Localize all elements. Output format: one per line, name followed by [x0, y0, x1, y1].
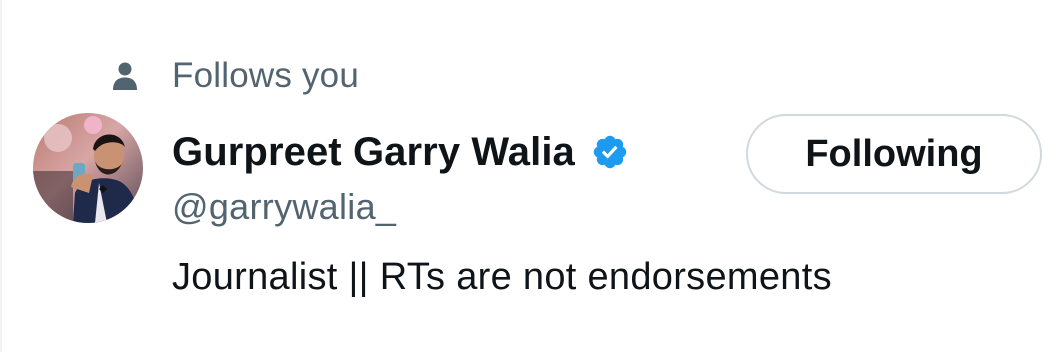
person-icon [112, 61, 138, 91]
following-button[interactable]: Following [746, 114, 1042, 194]
follows-you-label: Follows you [172, 56, 359, 95]
avatar[interactable] [33, 113, 143, 223]
user-cell[interactable]: Follows you Gurpreet Garry Walia @garryw… [0, 0, 1056, 352]
verified-badge-icon [591, 133, 629, 171]
display-name[interactable]: Gurpreet Garry Walia [172, 130, 575, 175]
divider [0, 0, 2, 352]
user-handle[interactable]: @garrywalia_ [172, 186, 396, 228]
user-bio: Journalist || RTs are not endorsements [172, 256, 832, 298]
follows-you-row: Follows you [112, 52, 359, 100]
name-row: Gurpreet Garry Walia [172, 126, 629, 178]
